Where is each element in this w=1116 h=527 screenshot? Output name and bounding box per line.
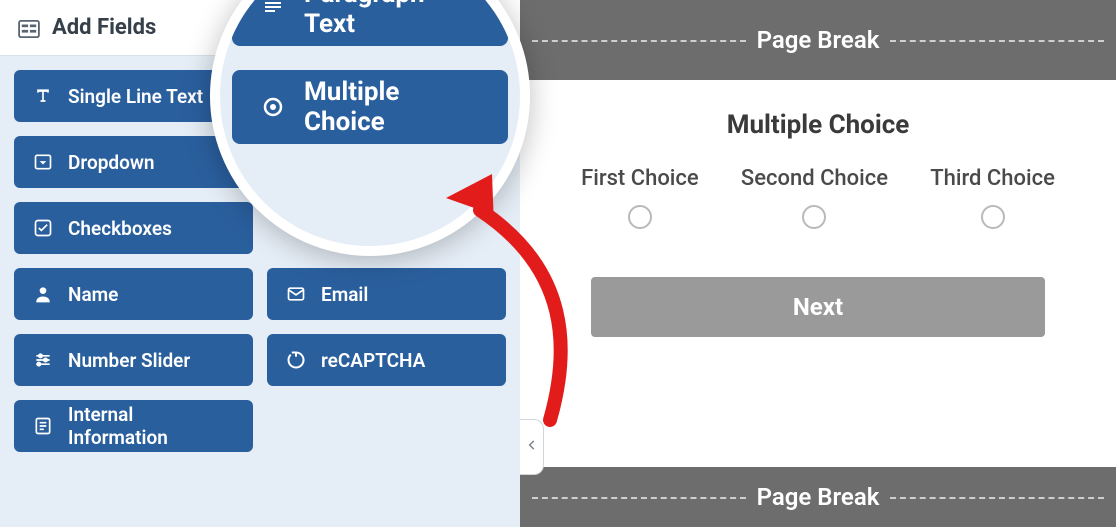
choice-label: Second Choice (741, 166, 888, 191)
choice-third: Third Choice (930, 166, 1055, 229)
field-internal-information[interactable]: Internal Information (14, 400, 253, 452)
choice-radio[interactable] (628, 205, 652, 229)
next-button[interactable]: Next (591, 277, 1045, 337)
dropdown-icon (32, 151, 54, 173)
field-number-slider[interactable]: Number Slider (14, 334, 253, 386)
field-title: Multiple Choice (727, 110, 910, 140)
text-icon (32, 85, 54, 107)
checkbox-icon (32, 217, 54, 239)
page-break-label: Page Break (757, 26, 880, 54)
field-label: Number Slider (68, 349, 190, 372)
choice-label: First Choice (581, 166, 699, 191)
magnifier-item-label: Paragraph Text (304, 0, 480, 39)
sidebar-title: Add Fields (52, 15, 156, 40)
magnifier-item-paragraph-text[interactable]: Paragraph Text (232, 0, 508, 46)
magnifier-item-label: Multiple Choice (304, 77, 480, 137)
choice-second: Second Choice (741, 166, 888, 229)
magnifier-item-multiple-choice[interactable]: Multiple Choice (232, 70, 508, 144)
page-break-bottom[interactable]: Page Break (520, 467, 1116, 527)
internal-icon (32, 415, 54, 437)
user-icon (32, 283, 54, 305)
field-name[interactable]: Name (14, 268, 253, 320)
sidebar-collapse-handle[interactable] (520, 419, 544, 475)
choice-radio[interactable] (981, 205, 1005, 229)
choice-radio[interactable] (802, 205, 826, 229)
next-button-label: Next (793, 293, 843, 321)
email-icon (285, 283, 307, 305)
recaptcha-icon (285, 349, 307, 371)
chevron-left-icon (525, 437, 539, 456)
field-label: Internal Information (68, 403, 235, 449)
choice-first: First Choice (581, 166, 699, 229)
choice-label: Third Choice (930, 166, 1055, 191)
page-break-label: Page Break (757, 483, 880, 511)
page-break-top[interactable]: Page Break (520, 0, 1116, 80)
field-label: Name (68, 283, 118, 306)
form-preview: Page Break Multiple Choice First Choice … (520, 0, 1116, 527)
field-email[interactable]: Email (267, 268, 506, 320)
add-fields-icon (18, 19, 40, 37)
field-label: Checkboxes (68, 217, 172, 240)
field-label: Single Line Text (68, 85, 203, 108)
sidebar: Add Fields Single Line Text Dropdown (0, 0, 520, 527)
radio-icon (260, 94, 286, 120)
choices-row: First Choice Second Choice Third Choice (560, 166, 1076, 229)
field-checkboxes[interactable]: Checkboxes (14, 202, 253, 254)
field-recaptcha[interactable]: reCAPTCHA (267, 334, 506, 386)
slider-icon (32, 349, 54, 371)
preview-body: Multiple Choice First Choice Second Choi… (520, 80, 1116, 467)
field-label: reCAPTCHA (321, 349, 425, 372)
paragraph-icon (260, 0, 286, 22)
field-label: Email (321, 283, 368, 306)
field-label: Dropdown (68, 151, 154, 174)
